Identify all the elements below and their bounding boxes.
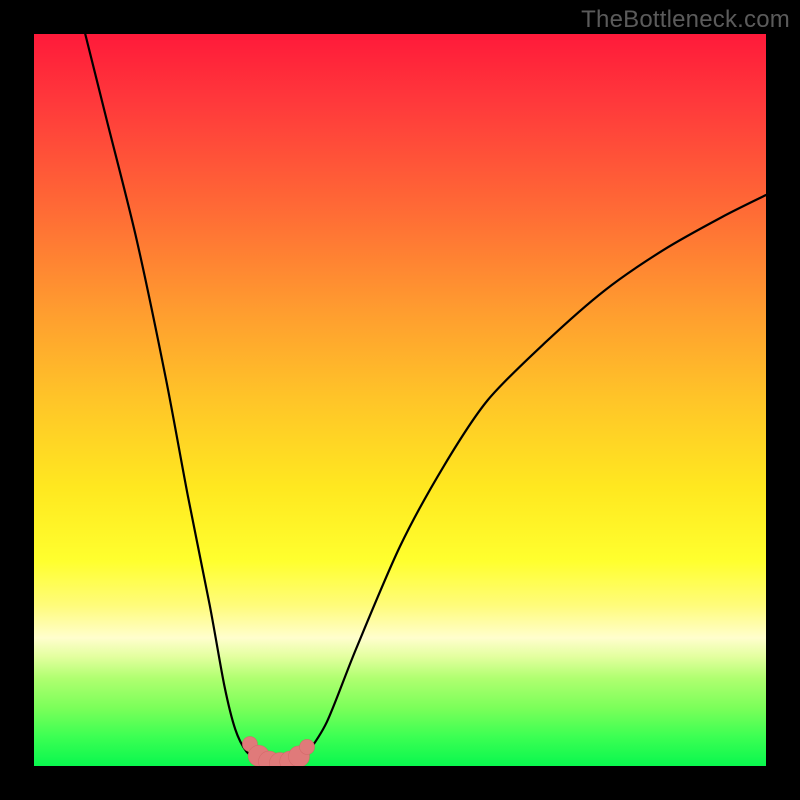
curve-layer bbox=[34, 34, 766, 766]
plot-area bbox=[34, 34, 766, 766]
marker-group bbox=[242, 737, 314, 766]
marker-dot bbox=[300, 739, 315, 754]
bottleneck-curve bbox=[85, 34, 766, 765]
watermark-text: TheBottleneck.com bbox=[581, 6, 790, 34]
chart-frame: TheBottleneck.com bbox=[0, 0, 800, 800]
